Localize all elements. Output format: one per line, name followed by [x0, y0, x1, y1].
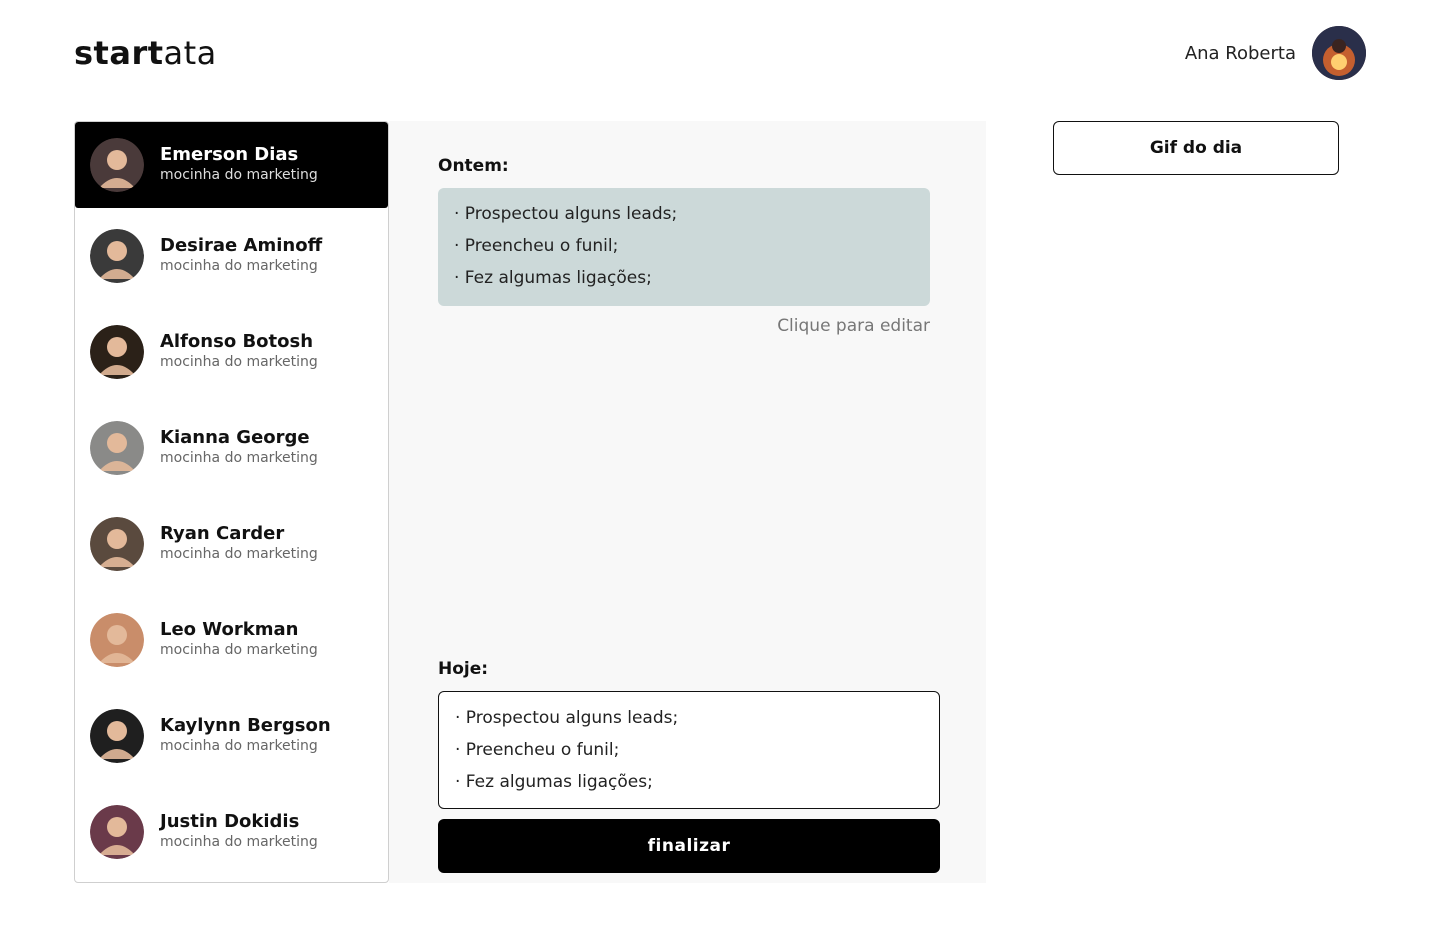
person-role: mocinha do marketing — [160, 167, 318, 183]
person-name: Kaylynn Bergson — [160, 715, 331, 736]
person-avatar — [90, 709, 144, 763]
person-role: mocinha do marketing — [160, 450, 318, 466]
person-name: Justin Dokidis — [160, 811, 300, 832]
person-avatar-image — [90, 421, 144, 475]
person-name: Alfonso Botosh — [160, 331, 314, 352]
today-item: · Prospectou alguns leads; — [455, 708, 679, 728]
person-item[interactable]: Ryan Carder mocinha do marketing — [75, 496, 388, 592]
person-avatar-image — [90, 325, 144, 379]
edit-link[interactable]: Clique para editar — [777, 316, 930, 336]
person-avatar — [90, 421, 144, 475]
person-avatar-image — [90, 709, 144, 763]
logo-light-part: ata — [163, 34, 217, 72]
app-logo: startata — [74, 34, 217, 72]
person-name: Ryan Carder — [160, 523, 285, 544]
user-menu[interactable]: Ana Roberta — [1185, 26, 1366, 80]
person-item[interactable]: Desirae Aminoff mocinha do marketing — [75, 208, 388, 304]
logo-bold-part: start — [74, 34, 164, 72]
person-avatar — [90, 805, 144, 859]
person-avatar-image — [90, 138, 144, 192]
person-role: mocinha do marketing — [160, 834, 318, 850]
person-role: mocinha do marketing — [160, 738, 318, 754]
today-notes-field[interactable]: · Prospectou alguns leads; · Preencheu o… — [438, 691, 940, 809]
person-role: mocinha do marketing — [160, 546, 318, 562]
person-item[interactable]: Justin Dokidis mocinha do marketing — [75, 784, 388, 880]
today-title: Hoje: — [438, 659, 489, 679]
person-name: Kianna George — [160, 427, 310, 448]
person-name: Desirae Aminoff — [160, 235, 323, 256]
person-avatar-image — [90, 805, 144, 859]
yesterday-title: Ontem: — [438, 156, 509, 176]
team-sidebar: Emerson Dias mocinha do marketing Desirae … — [74, 121, 389, 883]
person-item[interactable]: Leo Workman mocinha do marketing — [75, 592, 388, 688]
gif-of-the-day-button[interactable]: Gif do dia — [1053, 121, 1339, 175]
person-role: mocinha do marketing — [160, 354, 318, 370]
user-avatar-image — [1312, 26, 1366, 80]
person-avatar-image — [90, 229, 144, 283]
yesterday-item: · Preencheu o funil; — [454, 236, 619, 256]
person-avatar — [90, 138, 144, 192]
person-item[interactable]: Emerson Dias mocinha do marketing — [75, 122, 388, 208]
person-avatar-image — [90, 613, 144, 667]
person-avatar — [90, 517, 144, 571]
person-role: mocinha do marketing — [160, 258, 318, 274]
person-name: Leo Workman — [160, 619, 299, 640]
person-role: mocinha do marketing — [160, 642, 318, 658]
today-item: · Fez algumas ligações; — [455, 772, 653, 792]
yesterday-notes[interactable]: · Prospectou alguns leads; · Preencheu o… — [438, 188, 930, 306]
finish-button[interactable]: finalizar — [438, 819, 940, 873]
person-item[interactable]: Kaylynn Bergson mocinha do marketing — [75, 688, 388, 784]
person-avatar — [90, 229, 144, 283]
person-item[interactable]: Alfonso Botosh mocinha do marketing — [75, 304, 388, 400]
yesterday-item: · Fez algumas ligações; — [454, 268, 652, 288]
user-name: Ana Roberta — [1184, 42, 1296, 64]
user-avatar[interactable] — [1312, 26, 1366, 80]
person-name: Emerson Dias — [160, 144, 299, 165]
yesterday-item: · Prospectou alguns leads; — [454, 204, 678, 224]
person-avatar — [90, 325, 144, 379]
today-item: · Preencheu o funil; — [455, 740, 620, 760]
person-avatar — [90, 613, 144, 667]
person-item[interactable]: Kianna George mocinha do marketing — [75, 400, 388, 496]
daily-panel: Ontem: · Prospectou alguns leads; · Pree… — [389, 121, 986, 883]
person-avatar-image — [90, 517, 144, 571]
